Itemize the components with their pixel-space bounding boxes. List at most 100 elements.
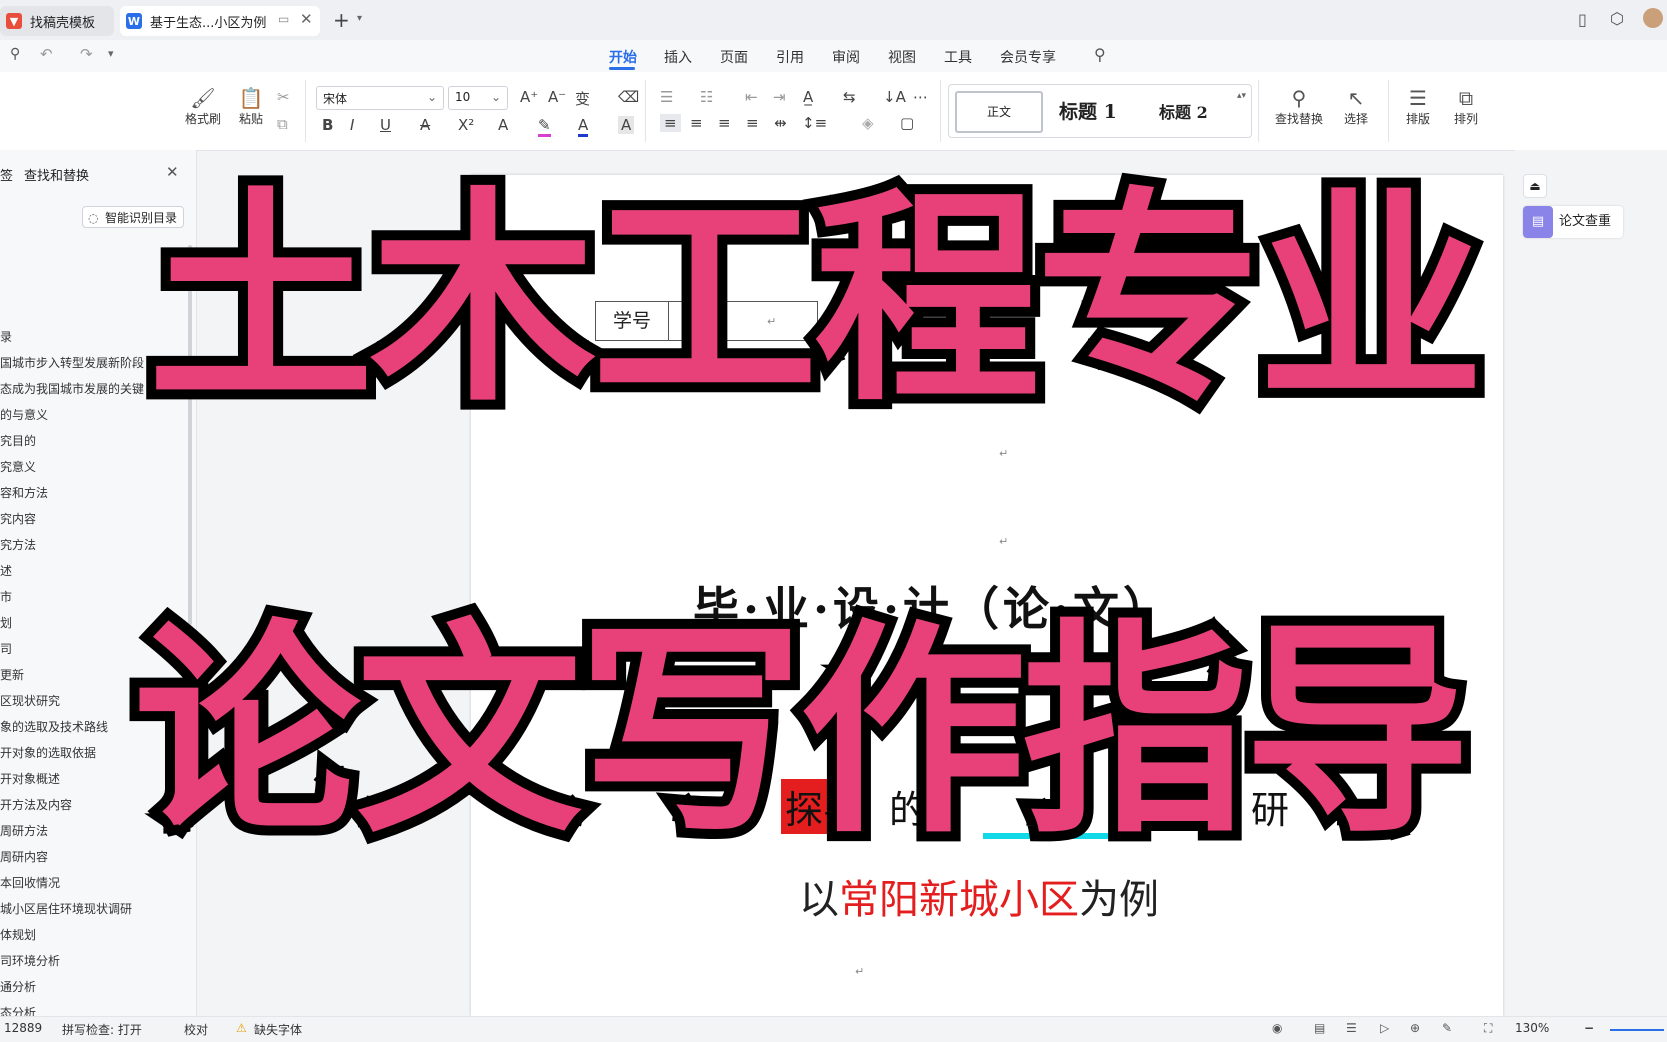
underline-icon[interactable]: U	[380, 116, 391, 134]
page-view-icon[interactable]: ▤	[1314, 1021, 1325, 1035]
outline-item[interactable]: 城小区居住环境现状调研	[0, 900, 132, 917]
text-direction-icon[interactable]: ⇆	[843, 88, 856, 106]
justify-icon[interactable]: ≡	[746, 114, 759, 132]
eraser-icon[interactable]: ⌫	[618, 88, 639, 106]
bullet-list-icon[interactable]: ☰	[660, 88, 673, 106]
shading-icon[interactable]: ◈	[862, 114, 874, 132]
tab-template[interactable]: ▼ 找稿壳模板	[0, 6, 114, 36]
fit-icon[interactable]: ⛶	[1484, 1021, 1492, 1036]
paste-button[interactable]: 📋 粘贴	[230, 86, 272, 127]
tab-document[interactable]: W 基于生态...小区为例 ▭ ✕	[120, 6, 320, 36]
zoom-level[interactable]: 130%	[1515, 1021, 1549, 1035]
increase-indent-icon[interactable]: ⇥	[773, 88, 786, 106]
cube-icon[interactable]: ⬡	[1610, 9, 1624, 28]
find-replace-button[interactable]: ⚲ 查找替换	[1268, 86, 1330, 127]
tab-view[interactable]: 视图	[888, 47, 916, 67]
collapse-icon[interactable]: ⏏	[1523, 174, 1547, 198]
outline-view-icon[interactable]: ☰	[1346, 1021, 1357, 1035]
outline-item[interactable]: 象的选取及技术路线	[0, 718, 108, 735]
bold-icon[interactable]: B	[322, 116, 333, 134]
new-tab-icon[interactable]: +	[333, 8, 350, 32]
avatar[interactable]	[1643, 8, 1663, 28]
strikethrough-icon[interactable]: A	[420, 116, 430, 134]
outline-item[interactable]: 录	[0, 328, 12, 345]
outline-item[interactable]: 态成为我国城市发展的关键	[0, 380, 144, 397]
decrease-indent-icon[interactable]: ⇤	[745, 88, 758, 106]
style-heading-1[interactable]: 标题 1	[1059, 97, 1117, 124]
tab-list-chevron-icon[interactable]: ▾	[357, 13, 362, 24]
tab-member[interactable]: 会员专享	[1000, 47, 1056, 67]
font-name-select[interactable]: 宋体 ⌄	[316, 86, 444, 110]
outline-item[interactable]: 究方法	[0, 536, 36, 553]
outline-item[interactable]: 周研方法	[0, 822, 48, 839]
undo-icon[interactable]: ↶	[40, 45, 53, 63]
outline-item[interactable]: 更新	[0, 666, 24, 683]
outline-item[interactable]: 究内容	[0, 510, 36, 527]
proofread-button[interactable]: 校对	[184, 1021, 208, 1038]
panel-toggle-icon[interactable]: ▯	[1578, 10, 1587, 29]
outline-item[interactable]: 开对象概述	[0, 770, 60, 787]
eye-icon[interactable]: ◉	[1272, 1021, 1282, 1035]
highlight-icon[interactable]: ✎	[538, 116, 551, 137]
tab-references[interactable]: 引用	[776, 47, 804, 67]
tab-page[interactable]: 页面	[720, 47, 748, 67]
outline-item[interactable]: 司环境分析	[0, 952, 60, 969]
arrange-button[interactable]: ⧉ 排列	[1444, 86, 1488, 127]
char-shading-icon[interactable]: A	[618, 116, 635, 134]
outline-item[interactable]: 市	[0, 588, 12, 605]
outline-item[interactable]: 体规划	[0, 926, 36, 943]
outline-item[interactable]: 述	[0, 562, 12, 579]
zoom-out-icon[interactable]: −	[1584, 1021, 1594, 1035]
outline-item[interactable]: 的与意义	[0, 406, 48, 423]
tab-tools[interactable]: 工具	[944, 47, 972, 67]
play-icon[interactable]: ▷	[1380, 1021, 1389, 1035]
tab-insert[interactable]: 插入	[664, 47, 692, 67]
align-right-icon[interactable]: ≡	[718, 114, 731, 132]
style-normal[interactable]: 正文	[955, 91, 1043, 133]
bookmark-tab[interactable]: 签	[0, 165, 13, 184]
line-spacing-icon[interactable]: ↕≡	[802, 114, 827, 132]
outline-item[interactable]: 周研内容	[0, 848, 48, 865]
outline-item[interactable]: 开方法及内容	[0, 796, 72, 813]
sort-icon[interactable]: ↓A	[883, 88, 906, 106]
format-painter-button[interactable]: 🖌 格式刷	[182, 86, 224, 127]
redo-icon[interactable]: ↷	[80, 45, 93, 63]
border-icon[interactable]: ▢	[900, 114, 914, 132]
text-effect-icon[interactable]: A	[498, 116, 508, 134]
select-button[interactable]: ↖ 选择	[1334, 86, 1378, 127]
style-scroll-icon[interactable]: ▴▾	[1237, 91, 1246, 101]
quick-search-icon[interactable]: ⚲	[10, 46, 20, 62]
spell-check-status[interactable]: 拼写检查: 打开	[62, 1021, 142, 1038]
copy-icon[interactable]: ⧉	[277, 115, 288, 133]
align-left-icon[interactable]: ≡	[660, 114, 681, 132]
close-tab-icon[interactable]: ✕	[300, 10, 313, 28]
font-color-icon[interactable]: A	[578, 116, 589, 137]
show-marks-icon[interactable]: ⋯	[913, 88, 928, 106]
missing-font-button[interactable]: 缺失字体	[254, 1021, 302, 1038]
outline-item[interactable]: 区现状研究	[0, 692, 60, 709]
word-count[interactable]: 12889	[4, 1021, 42, 1035]
outline-item[interactable]: 划	[0, 614, 12, 631]
outline-item[interactable]: 本回收情况	[0, 874, 60, 891]
tab-review[interactable]: 审阅	[832, 47, 860, 67]
outline-item[interactable]: 究意义	[0, 458, 36, 475]
outline-item[interactable]: 司	[0, 640, 12, 657]
superscript-icon[interactable]: X²	[458, 116, 474, 134]
zoom-slider[interactable]	[1610, 1029, 1664, 1031]
distributed-icon[interactable]: ⇹	[774, 114, 787, 132]
align-center-icon[interactable]: ≡	[690, 114, 703, 132]
phonetic-icon[interactable]: 变	[575, 88, 590, 109]
char-spacing-icon[interactable]: A̲	[803, 88, 813, 106]
outline-item[interactable]: 究目的	[0, 432, 36, 449]
plagiarism-check-button[interactable]: ▤ 论文查重	[1523, 206, 1623, 238]
layout-button[interactable]: ☰ 排版	[1396, 86, 1440, 127]
customize-chevron-icon[interactable]: ▾	[108, 47, 114, 60]
numbered-list-icon[interactable]: ☷	[700, 88, 713, 106]
search-icon[interactable]: ⚲	[1094, 45, 1106, 64]
find-replace-tab[interactable]: 查找和替换	[24, 165, 89, 184]
grow-font-icon[interactable]: A⁺	[520, 88, 538, 106]
monitor-icon[interactable]: ▭	[278, 12, 289, 26]
font-size-select[interactable]: 10 ⌄	[448, 86, 508, 110]
style-heading-2[interactable]: 标题 2	[1159, 99, 1208, 123]
outline-item[interactable]: 通分析	[0, 978, 36, 995]
